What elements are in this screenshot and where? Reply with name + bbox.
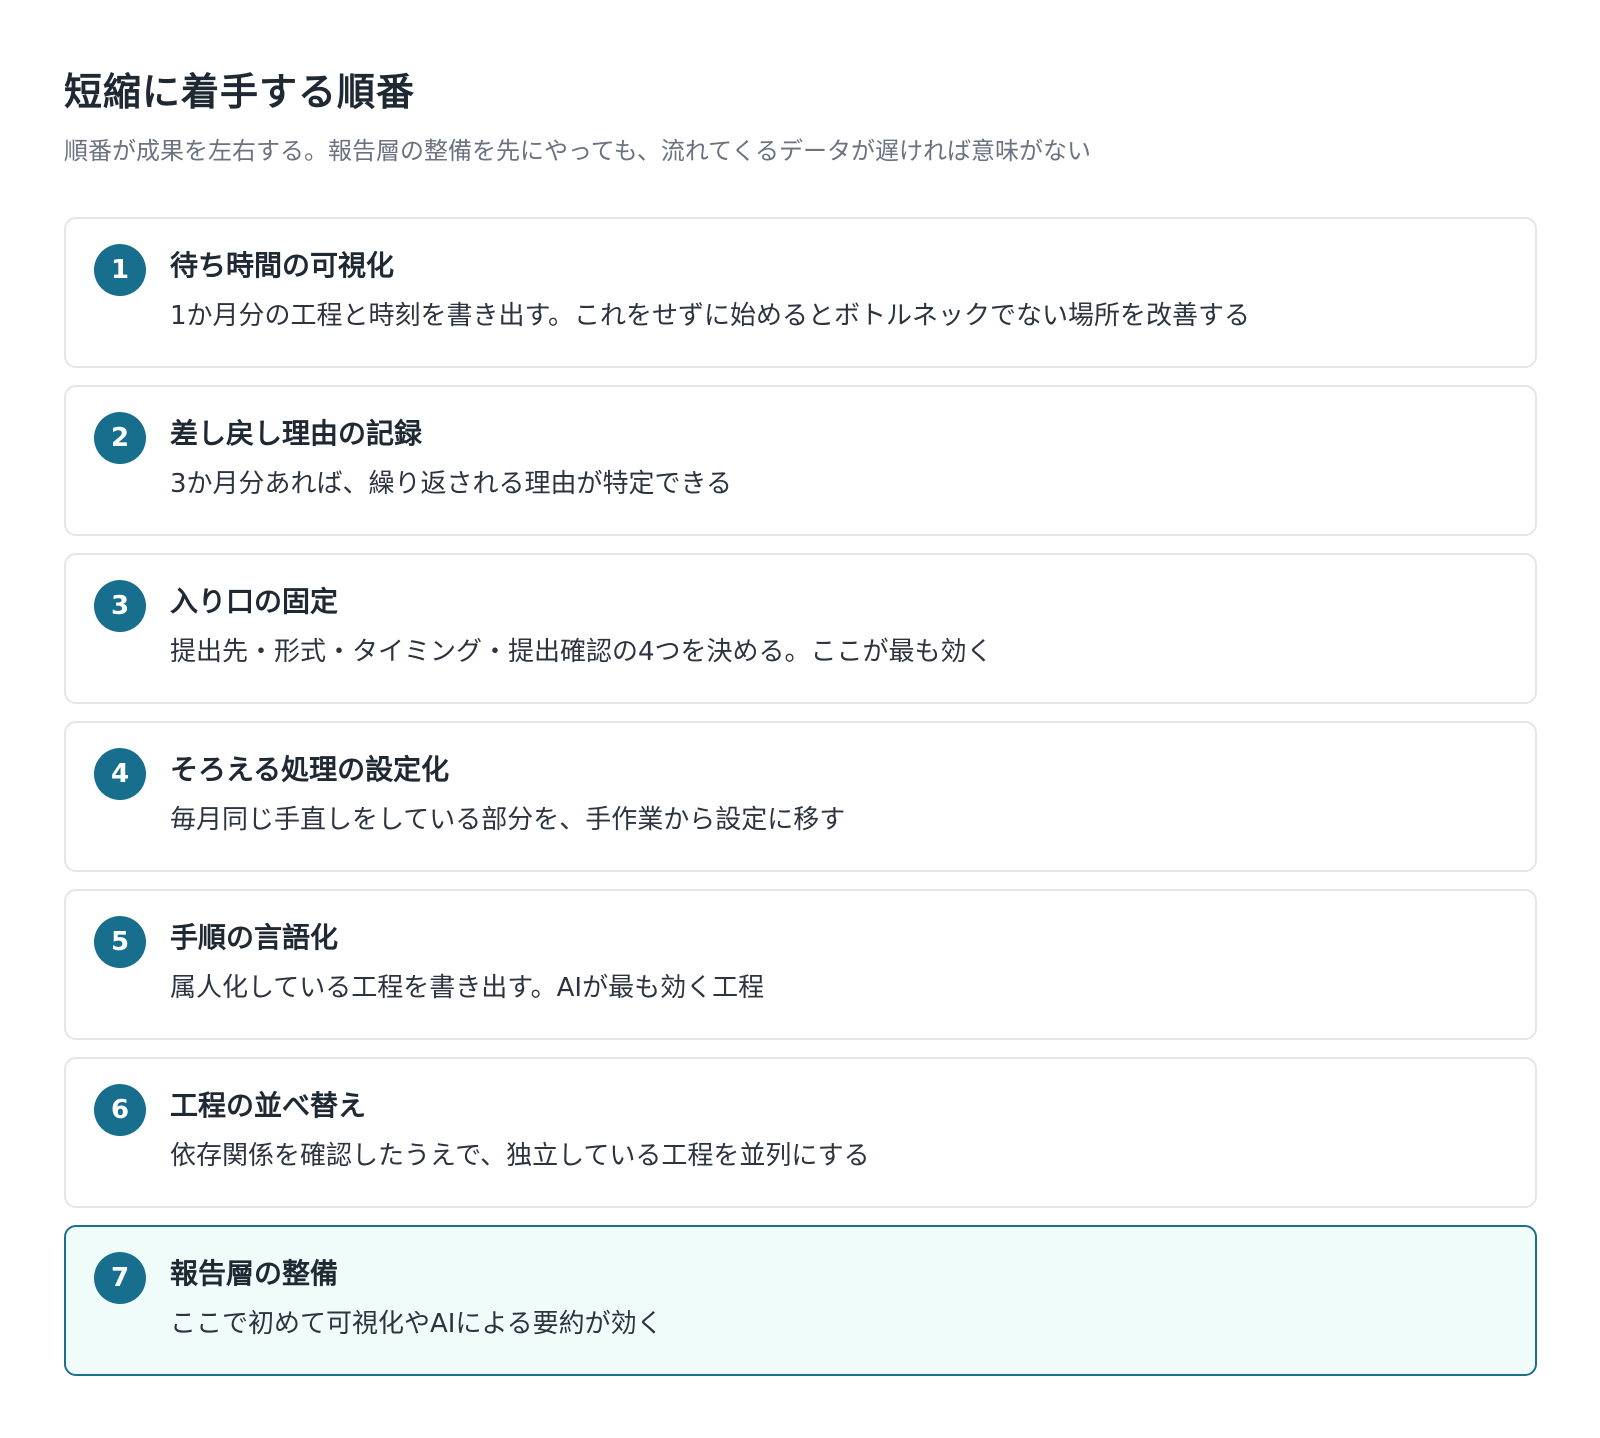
page-subtitle: 順番が成果を左右する。報告層の整備を先にやっても、流れてくるデータが遅ければ意味…: [64, 137, 1091, 165]
step-title: 差し戻し理由の記録: [170, 417, 423, 450]
step-card-5: 5 手順の言語化 属人化している工程を書き出す。AIが最も効く工程: [64, 889, 1537, 1040]
step-description: 1か月分の工程と時刻を書き出す。これをせずに始めるとボトルネックでない場所を改善…: [170, 301, 1250, 331]
step-number-badge: 3: [94, 580, 146, 632]
step-title: 待ち時間の可視化: [170, 249, 395, 282]
step-card-7-highlighted: 7 報告層の整備 ここで初めて可視化やAIによる要約が効く: [64, 1225, 1537, 1376]
step-number-badge: 6: [94, 1084, 146, 1136]
step-description: 属人化している工程を書き出す。AIが最も効く工程: [170, 973, 765, 1003]
step-number-badge: 7: [94, 1252, 146, 1304]
page-title: 短縮に着手する順番: [64, 70, 416, 114]
step-title: 工程の並べ替え: [170, 1089, 367, 1122]
steps-list: 1 待ち時間の可視化 1か月分の工程と時刻を書き出す。これをせずに始めるとボトル…: [64, 217, 1537, 1376]
step-description: 依存関係を確認したうえで、独立している工程を並列にする: [170, 1141, 870, 1171]
step-card-4: 4 そろえる処理の設定化 毎月同じ手直しをしている部分を、手作業から設定に移す: [64, 721, 1537, 872]
step-card-6: 6 工程の並べ替え 依存関係を確認したうえで、独立している工程を並列にする: [64, 1057, 1537, 1208]
step-description: 3か月分あれば、繰り返される理由が特定できる: [170, 469, 733, 499]
step-description: ここで初めて可視化やAIによる要約が効く: [170, 1309, 663, 1339]
step-number-badge: 5: [94, 916, 146, 968]
step-title: 報告層の整備: [170, 1257, 339, 1290]
step-title: そろえる処理の設定化: [170, 753, 450, 786]
step-card-2: 2 差し戻し理由の記録 3か月分あれば、繰り返される理由が特定できる: [64, 385, 1537, 536]
step-title: 手順の言語化: [170, 921, 339, 954]
page-content: 短縮に着手する順番 順番が成果を左右する。報告層の整備を先にやっても、流れてくる…: [64, 62, 1537, 1376]
step-number-badge: 4: [94, 748, 146, 800]
step-card-3: 3 入り口の固定 提出先・形式・タイミング・提出確認の4つを決める。ここが最も効…: [64, 553, 1537, 704]
step-card-1: 1 待ち時間の可視化 1か月分の工程と時刻を書き出す。これをせずに始めるとボトル…: [64, 217, 1537, 368]
step-description: 提出先・形式・タイミング・提出確認の4つを決める。ここが最も効く: [170, 637, 993, 667]
step-number-badge: 2: [94, 412, 146, 464]
step-description: 毎月同じ手直しをしている部分を、手作業から設定に移す: [170, 805, 846, 835]
step-title: 入り口の固定: [170, 585, 339, 618]
step-number-badge: 1: [94, 244, 146, 296]
